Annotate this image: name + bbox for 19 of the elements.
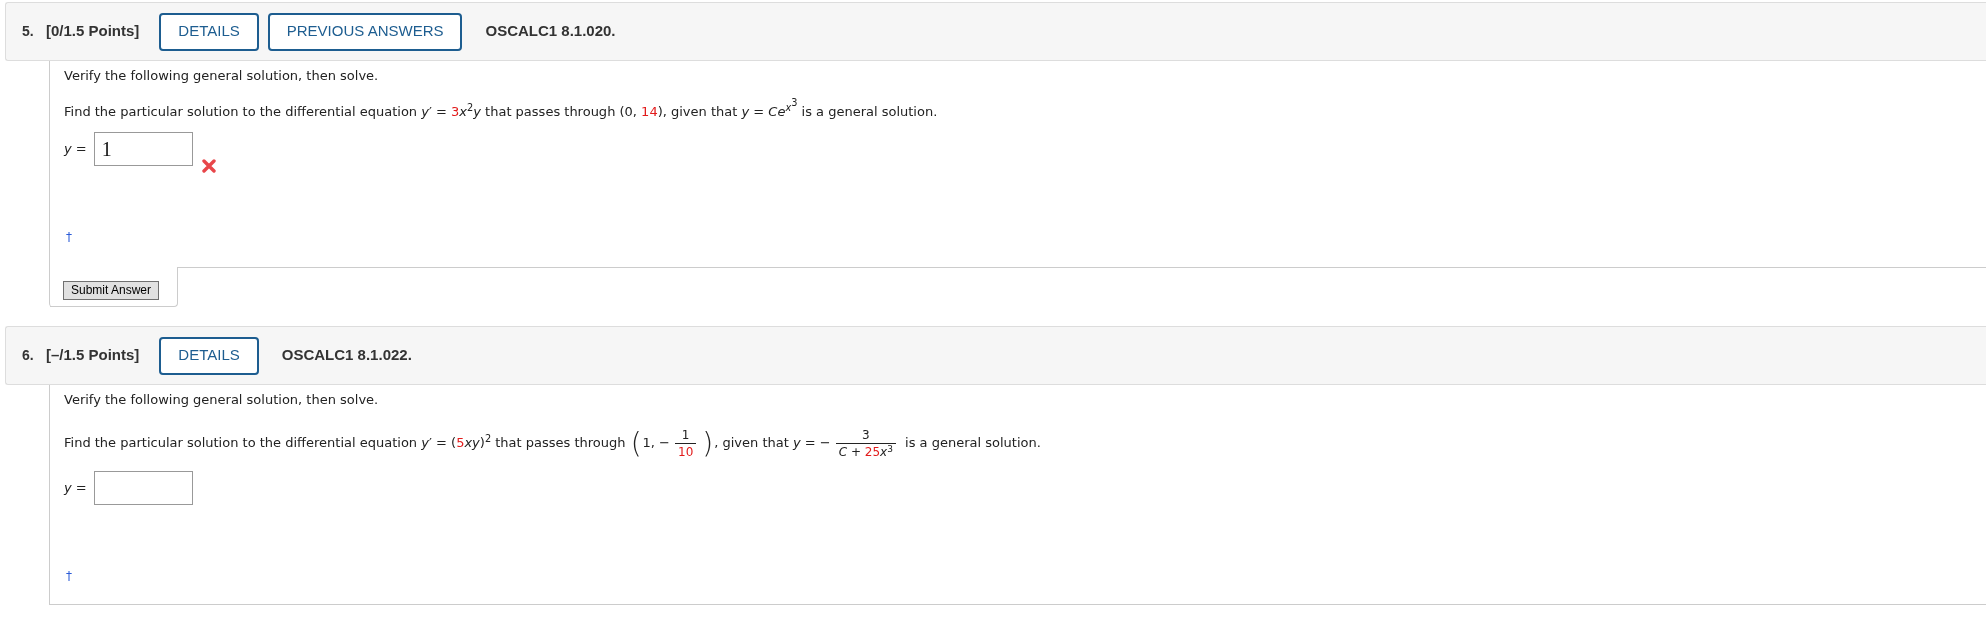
footnote-link[interactable]: † xyxy=(66,568,72,584)
submit-button[interactable]: Submit Answer xyxy=(63,280,160,300)
answer-label: y = xyxy=(64,140,87,159)
details-button[interactable]: DETAILS xyxy=(159,12,259,51)
points-label: [–/1.5 Points] xyxy=(46,345,140,366)
question-number: 6. xyxy=(22,346,35,365)
problem-code: OSCALC1 8.1.022. xyxy=(281,345,412,366)
instruction-text: Verify the following general solution, then solve. xyxy=(64,392,379,408)
instruction-text: Verify the following general solution, then solve. xyxy=(64,68,379,84)
footnote-link[interactable]: † xyxy=(66,229,72,245)
answer-label: y = xyxy=(64,479,87,498)
points-label: [0/1.5 Points] xyxy=(46,21,140,42)
question-number: 5. xyxy=(22,22,35,41)
answer-field[interactable] xyxy=(93,471,193,505)
details-button[interactable]: DETAILS xyxy=(159,336,259,375)
problem-code: OSCALC1 8.1.020. xyxy=(485,21,616,42)
answer-field[interactable]: 1 xyxy=(93,132,193,166)
question-text: Find the particular solution to the differential equation y′ = 3x$^{2}$y that passes through (0, 14), given that y = Ce$^{x}$$^{3}$ is a general solution. xyxy=(64,100,938,121)
previous-answers-button[interactable]: PREVIOUS ANSWERS xyxy=(267,12,463,51)
